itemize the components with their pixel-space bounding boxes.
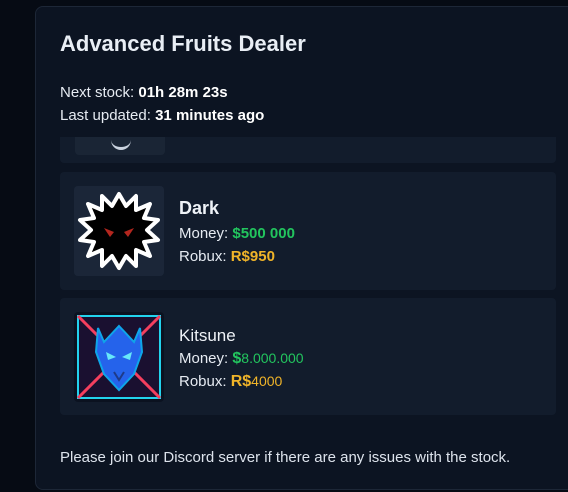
robux-price: 4000 — [251, 373, 283, 389]
fruit-name: Kitsune — [179, 326, 236, 345]
money-price-row: Money: $500 000 — [179, 225, 295, 242]
money-symbol: $ — [232, 350, 242, 367]
last-updated-label: Last updated: — [60, 107, 151, 124]
fruit-card-dark: Dark Money: $500 000 Robux: R$950 — [60, 172, 556, 290]
money-label: Money: — [179, 350, 229, 367]
next-stock-line: Next stock: 01h 28m 23s — [60, 84, 228, 101]
fruit-card-partial — [60, 137, 556, 163]
next-stock-label: Next stock: — [60, 84, 135, 101]
next-stock-timer: 01h 28m 23s — [138, 84, 228, 101]
fruit-card-kitsune: Kitsune Money: $8.000.000 Robux: R$4000 — [60, 298, 556, 415]
money-label: Money: — [179, 225, 229, 242]
money-price-row: Money: $8.000.000 — [179, 350, 304, 368]
fruit-name: Dark — [179, 198, 220, 218]
robux-label: Robux: — [179, 373, 227, 390]
robux-symbol: R$ — [230, 373, 252, 390]
dark-fruit-icon — [74, 186, 164, 276]
discord-notice: Please join our Discord server if there … — [60, 449, 511, 466]
fruit-dealer-panel: Advanced Fruits Dealer Next stock: 01h 2… — [35, 6, 568, 490]
robux-label: Robux: — [179, 248, 227, 265]
fruit-image-partial — [75, 137, 165, 155]
robux-price-row: Robux: R$950 — [179, 248, 275, 265]
money-price: 8.000.000 — [241, 350, 304, 366]
last-updated-value: 31 minutes ago — [155, 107, 265, 124]
robux-price: R$950 — [230, 248, 275, 265]
page-title: Advanced Fruits Dealer — [60, 31, 306, 56]
kitsune-fruit-icon — [74, 312, 164, 402]
money-price: $500 000 — [232, 225, 295, 242]
last-updated-line: Last updated: 31 minutes ago — [60, 107, 264, 124]
robux-price-row: Robux: R$4000 — [179, 373, 282, 391]
